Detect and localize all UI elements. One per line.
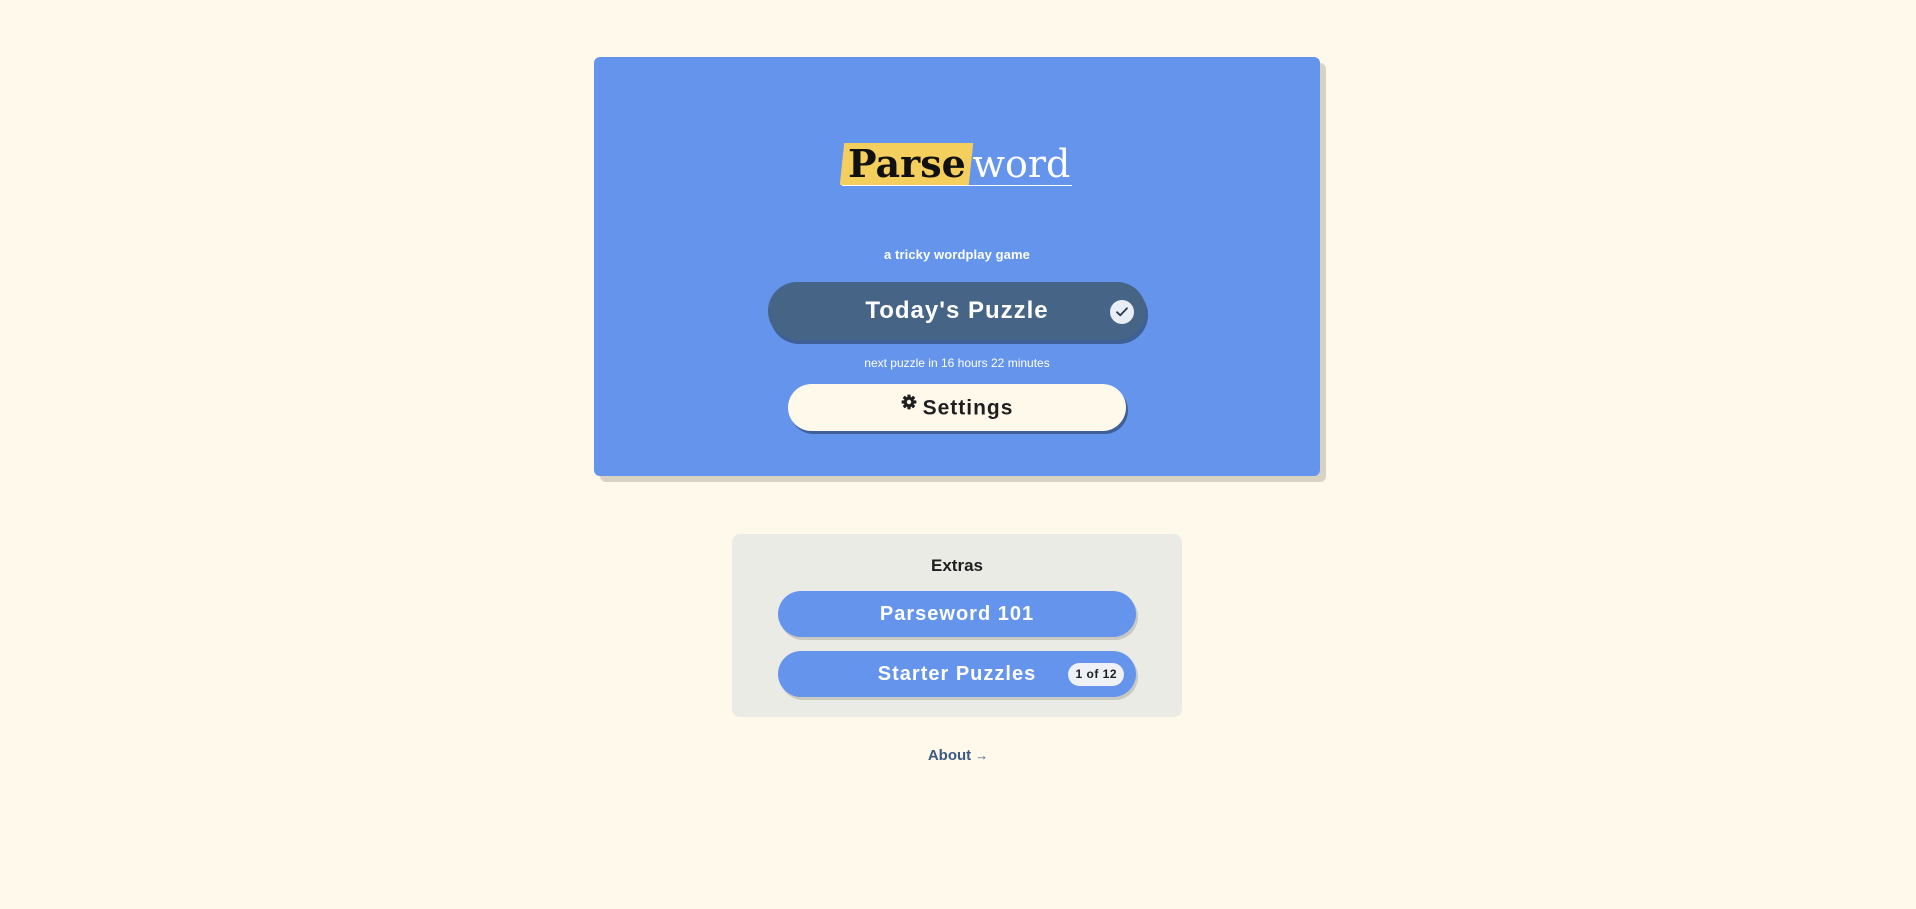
starter-puzzles-button[interactable]: Starter Puzzles 1 of 12: [778, 651, 1136, 697]
about-row: About →: [0, 747, 1916, 764]
parseword-101-label: Parseword 101: [879, 603, 1035, 625]
gear-icon: [901, 382, 917, 429]
logo: Parse word: [594, 141, 1320, 187]
check-circle-icon: [1110, 300, 1134, 324]
settings-button[interactable]: Settings: [788, 384, 1126, 431]
logo-rest-text: word: [972, 142, 1071, 186]
settings-label: Settings: [922, 396, 1014, 420]
about-link[interactable]: About →: [928, 747, 988, 764]
logo-wordmark: Parse word: [839, 141, 1073, 186]
logo-highlight: Parse: [839, 141, 973, 186]
tagline: a tricky wordplay game: [884, 247, 1030, 262]
next-puzzle-countdown: next puzzle in 16 hours 22 minutes: [864, 356, 1050, 370]
progress-badge: 1 of 12: [1068, 663, 1124, 686]
main-card: Parse word a tricky wordplay game Today's…: [594, 57, 1320, 476]
todays-puzzle-label: Today's Puzzle: [865, 297, 1049, 324]
extras-title: Extras: [931, 556, 983, 575]
arrow-right-icon: →: [975, 748, 989, 763]
parseword-101-button[interactable]: Parseword 101: [778, 591, 1136, 637]
todays-puzzle-button[interactable]: Today's Puzzle: [768, 282, 1146, 340]
logo-highlight-text: Parse: [847, 141, 966, 186]
about-label: About: [927, 747, 972, 764]
starter-puzzles-label: Starter Puzzles: [877, 663, 1037, 685]
extras-panel: Extras Parseword 101 Starter Puzzles 1 o…: [732, 534, 1182, 717]
